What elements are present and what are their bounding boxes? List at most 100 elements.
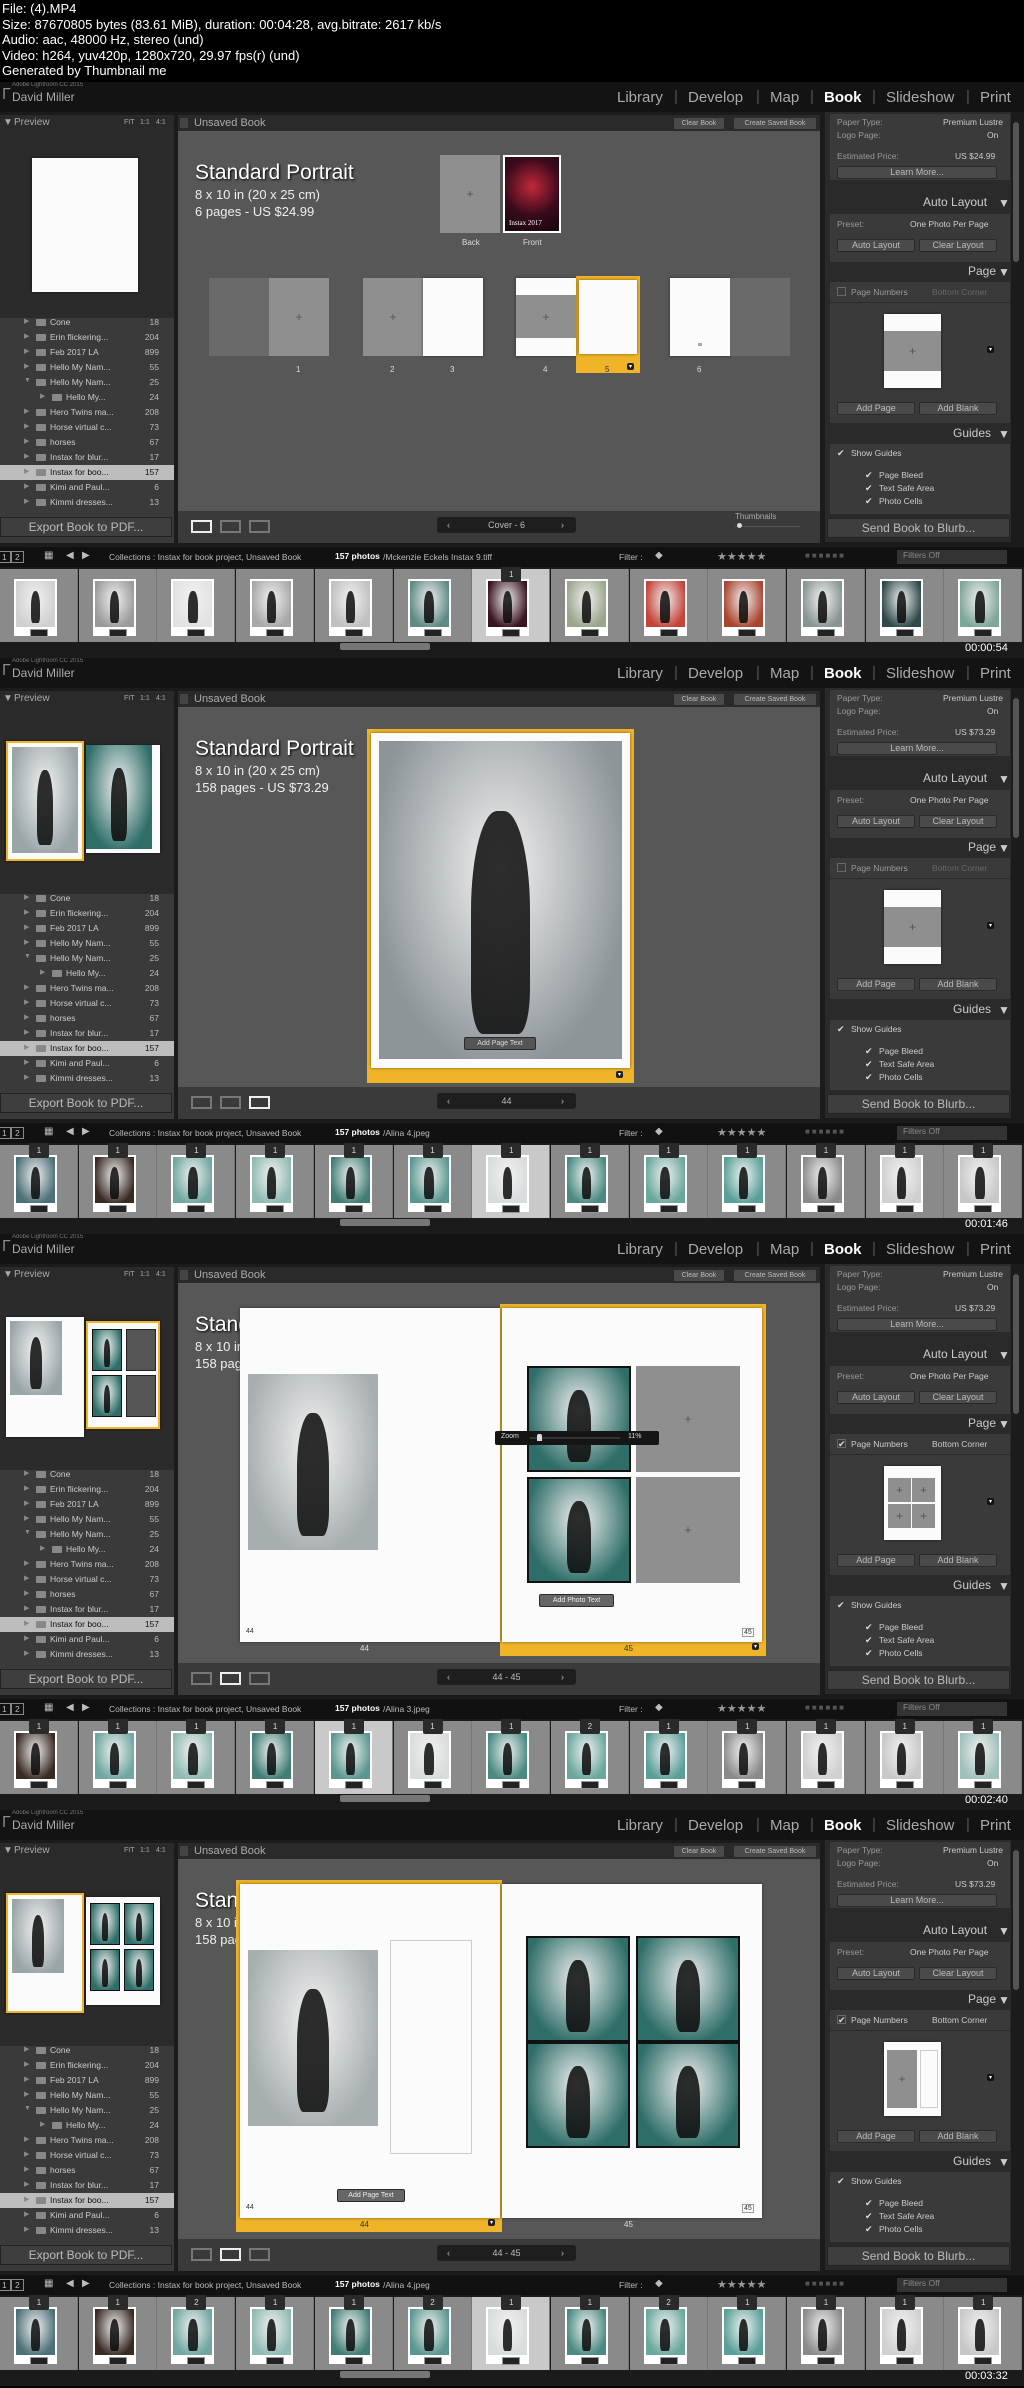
collection-row[interactable]: ▶ Hello My... 24 [0,966,174,981]
filmstrip-page-2-button[interactable]: 2 [11,1127,24,1139]
filmstrip-thumbnail[interactable] [0,569,78,642]
next-page-button[interactable]: › [561,2245,564,2261]
export-book-to-pdf-button[interactable]: Export Book to PDF... [0,1093,172,1113]
create-saved-book-button[interactable]: Create Saved Book [733,117,817,130]
page-template-menu-icon[interactable]: ▾ [987,2074,995,2081]
collection-row[interactable]: ▶ Erin flickering... 204 [0,330,174,345]
disclosure-triangle-icon[interactable]: ▶ [24,482,29,490]
filmstrip-thumbnail[interactable] [629,569,708,642]
disclosure-triangle-icon[interactable]: ▶ [24,452,29,460]
page-numbers-position-select[interactable]: Bottom Corner [932,1439,987,1449]
page-layout-template[interactable]: + + + + [884,1466,941,1540]
logo-page-select[interactable]: On [987,706,998,716]
collection-row[interactable]: ▶ Instax for boo... 157 [0,2193,174,2208]
export-book-to-pdf-button[interactable]: Export Book to PDF... [0,1669,172,1689]
back-arrow-icon[interactable]: ◀ [66,550,74,561]
module-print[interactable]: Print [980,89,1011,106]
disclosure-triangle-icon[interactable]: ▶ [24,437,29,445]
auto-layout-button[interactable]: Auto Layout [837,815,915,828]
module-print[interactable]: Print [980,1817,1011,1834]
show-guides-checkbox[interactable]: ✔ [837,2176,845,2187]
page-label-2[interactable]: 2 [390,365,394,374]
disclosure-triangle-icon[interactable]: ▶ [24,407,29,415]
auto-layout-button[interactable]: Auto Layout [837,1967,915,1980]
page-collapse-icon[interactable]: ▼ [998,1417,1010,1431]
module-library[interactable]: Library [617,89,663,106]
add-photo-text-button[interactable]: Add Photo Text [539,1594,614,1607]
learn-more-button[interactable]: Learn More... [837,1318,997,1331]
show-guides-checkbox[interactable]: ✔ [837,448,845,459]
page-menu-icon[interactable]: ▾ [488,2219,496,2226]
page-numbers-position-select[interactable]: Bottom Corner [932,287,987,297]
preset-select[interactable]: One Photo Per Page [910,219,988,229]
filmstrip-thumbnail[interactable]: 1 [787,1719,865,1794]
flag-filter-icon[interactable]: ◆ [655,1702,663,1713]
guides-collapse-icon[interactable]: ▼ [998,2155,1010,2169]
filmstrip-source[interactable]: Collections : Instax for book project, U… [109,1128,301,1138]
create-saved-book-button[interactable]: Create Saved Book [733,1269,817,1282]
collection-row[interactable]: ▶ Kimmi dresses... 13 [0,2223,174,2238]
filmstrip-thumbnail[interactable]: 1 [314,2295,393,2370]
single-page-view-button[interactable] [249,1096,270,1109]
module-slideshow[interactable]: Slideshow [886,665,954,682]
collection-row[interactable]: ▶ Kimi and Paul... 6 [0,1056,174,1071]
filmstrip-thumbnail[interactable]: 1 [236,1719,315,1794]
preview-zoom-1[interactable]: 1:1 [140,1267,150,1283]
collection-row[interactable]: ▶ Hero Twins ma... 208 [0,405,174,420]
flag-filter-icon[interactable]: ◆ [655,550,663,561]
auto-layout-collapse-icon[interactable]: ▼ [998,1348,1010,1362]
filmstrip-thumbnail[interactable]: 1 [393,1719,472,1794]
spread-page-label-left[interactable]: 44 [360,2220,369,2229]
add-page-text-button[interactable]: Add Page Text [337,2189,405,2202]
collection-row[interactable]: ▶ Erin flickering... 204 [0,906,174,921]
collection-row[interactable]: ▶ Feb 2017 LA 899 [0,345,174,360]
preview-zoom-0[interactable]: FIT [124,691,135,707]
collection-row[interactable]: ▶ Cone 18 [0,315,174,330]
filmstrip-page-1-button[interactable]: 1 [0,1703,11,1715]
disclosure-triangle-icon[interactable]: ▶ [24,2210,29,2218]
filmstrip-thumbnail[interactable]: 1 [944,2295,1023,2370]
filmstrip-thumbnail[interactable]: 1 [472,567,551,642]
filters-off-select[interactable]: Filters Off [897,2278,1007,2292]
disclosure-triangle-icon[interactable]: ▶ [24,1058,29,1066]
clear-layout-button[interactable]: Clear Layout [919,1967,997,1980]
collection-row[interactable]: ▶ horses 67 [0,2163,174,2178]
page-header[interactable]: Page [968,840,996,854]
filmstrip-thumbnail[interactable]: 1 [472,1143,551,1218]
filmstrip-thumbnail[interactable]: 2 [550,1719,629,1794]
disclosure-triangle-icon[interactable]: ▶ [24,2165,29,2173]
disclosure-triangle-icon[interactable]: ▶ [24,1649,29,1657]
guide-checkbox[interactable]: ✔ [865,2198,873,2209]
module-slideshow[interactable]: Slideshow [886,89,954,106]
spread-page-label-right[interactable]: 45 [624,1644,633,1653]
disclosure-triangle-icon[interactable]: ▶ [40,2120,45,2128]
preview-zoom-0[interactable]: FIT [124,1843,135,1859]
filmstrip-thumbnail[interactable]: 1 [865,2295,944,2370]
show-guides-checkbox[interactable]: ✔ [837,1600,845,1611]
collection-row[interactable]: ▶ horses 67 [0,1587,174,1602]
page-collapse-icon[interactable]: ▼ [998,265,1010,279]
collection-row[interactable]: ▶ Horse virtual c... 73 [0,2148,174,2163]
disclosure-triangle-icon[interactable]: ▶ [24,362,29,370]
disclosure-triangle-icon[interactable]: ▶ [24,1013,29,1021]
page-numbers-checkbox[interactable] [837,863,846,872]
collection-row[interactable]: ▶ Kimmi dresses... 13 [0,1071,174,1086]
send-book-to-blurb-button[interactable]: Send Book to Blurb... [827,518,1010,538]
disclosure-triangle-icon[interactable]: ▶ [24,923,29,931]
disclosure-triangle-icon[interactable]: ▶ [24,1619,29,1627]
collection-row[interactable]: ▶ Instax for boo... 157 [0,1041,174,1056]
collection-row[interactable]: ▶ Instax for blur... 17 [0,2178,174,2193]
disclosure-triangle-icon[interactable]: ▶ [24,332,29,340]
color-label-filter[interactable]: ■■■■■■ [805,1127,846,1136]
preset-select[interactable]: One Photo Per Page [910,795,988,805]
guide-checkbox[interactable]: ✔ [865,1059,873,1070]
collection-row[interactable]: ▶ Hello My Nam... 55 [0,936,174,951]
disclosure-triangle-icon[interactable]: ▶ [24,1514,29,1522]
module-slideshow[interactable]: Slideshow [886,1241,954,1258]
filmstrip-thumbnail[interactable]: 1 [550,2295,629,2370]
color-label-filter[interactable]: ■■■■■■ [805,551,846,560]
collapse-triangle-icon[interactable]: ▼ [3,1267,13,1283]
page-numbers-position-select[interactable]: Bottom Corner [932,863,987,873]
preview-zoom-2[interactable]: 4:1 [156,1843,166,1859]
disclosure-triangle-icon[interactable]: ▶ [24,2180,29,2188]
